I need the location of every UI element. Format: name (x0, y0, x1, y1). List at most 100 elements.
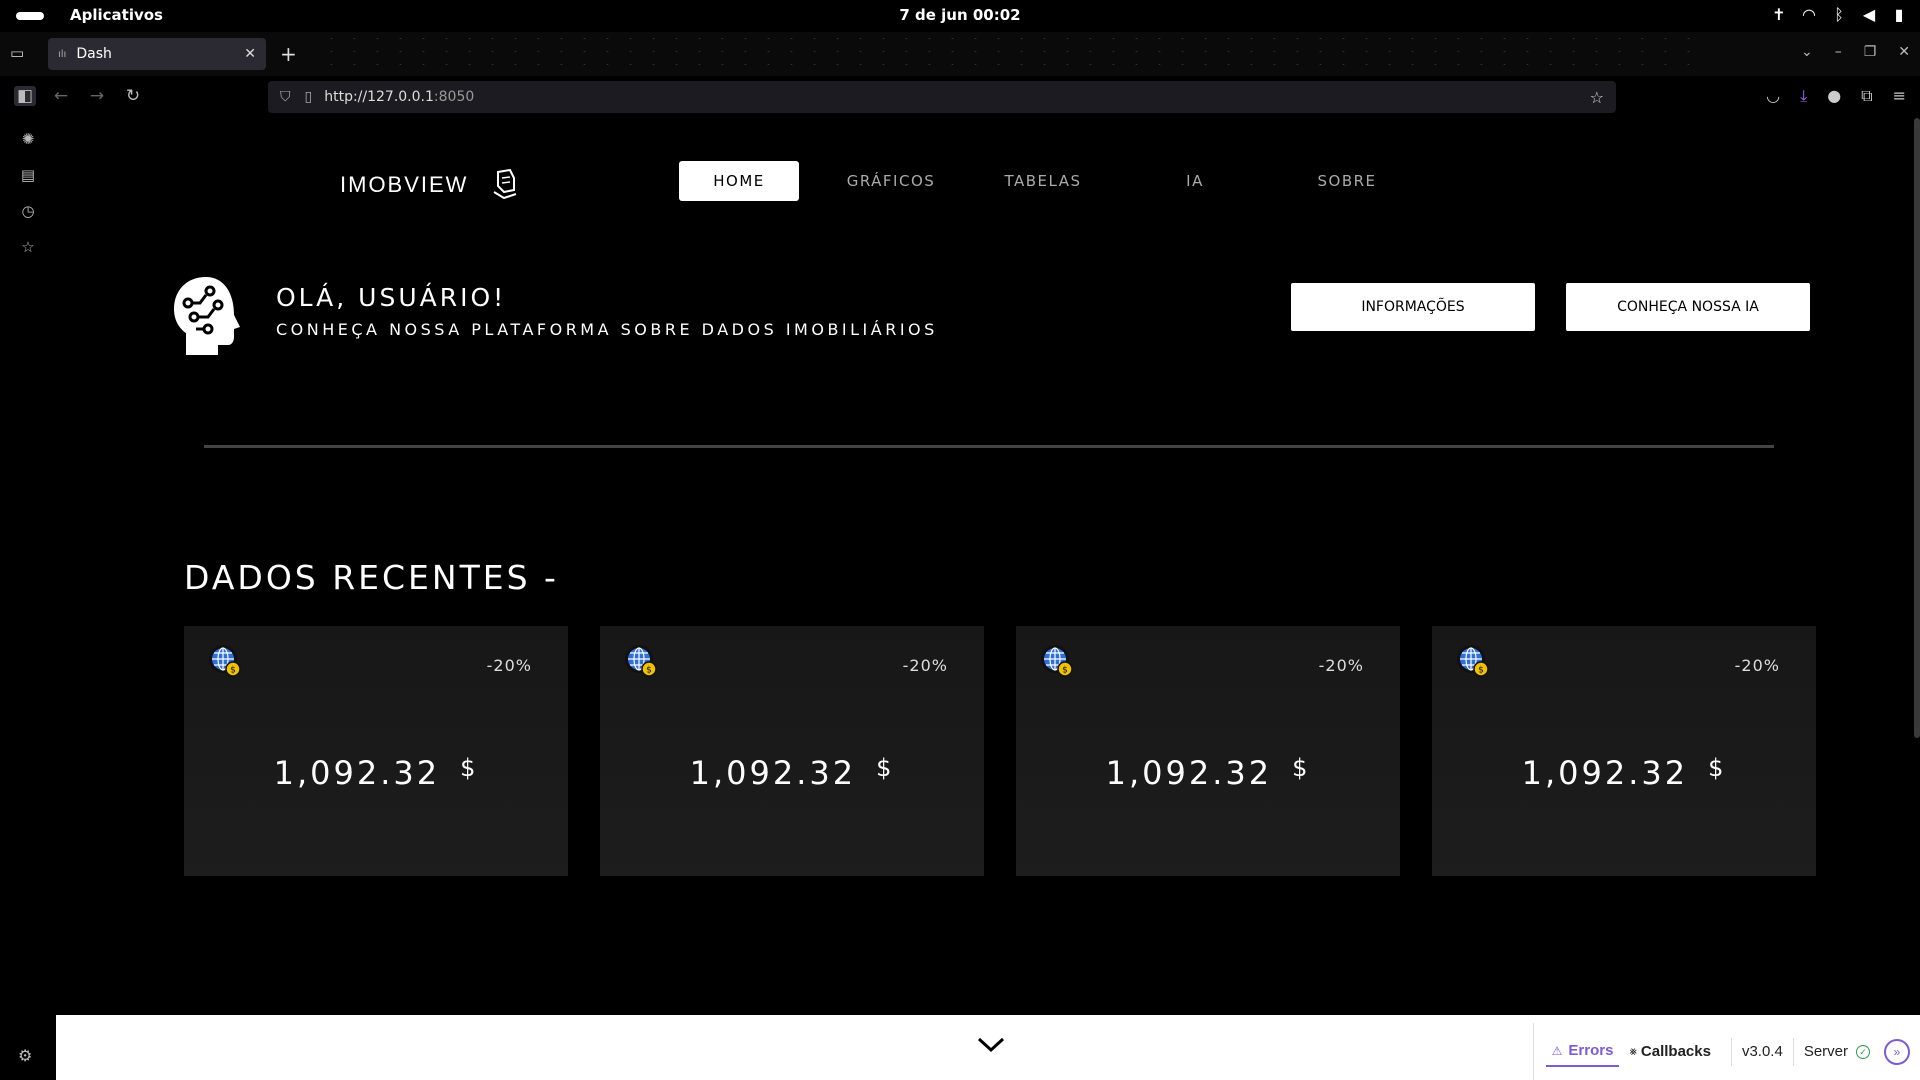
system-top-bar: Aplicativos 7 de jun 00:02 ✝ ◠ ᛒ ◀ ▮ (0, 0, 1920, 32)
applications-menu[interactable]: Aplicativos (70, 6, 163, 24)
window-controls: ⌄ – ❐ ✕ (1801, 44, 1910, 60)
page-info-icon[interactable]: ▯ (305, 89, 313, 105)
data-card: $ -20% 1,092.32 $ (1432, 626, 1816, 876)
system-tray[interactable]: ✝ ◠ ᛒ ◀ ▮ (1770, 5, 1908, 24)
card-change: -20% (1318, 656, 1364, 675)
devtools-errors-tab[interactable]: ⚠ Errors (1545, 1037, 1620, 1067)
scroll-down-chevron-icon[interactable] (976, 1035, 1006, 1055)
account-avatar-icon[interactable]: ● (1827, 86, 1841, 106)
data-card: $ -20% 1,092.32 $ (1016, 626, 1400, 876)
tab-title: Dash (76, 46, 112, 62)
callbacks-graph-icon: ⨳ (1629, 1044, 1637, 1058)
card-value: 1,092.32 (1521, 754, 1689, 792)
bluetooth-icon[interactable]: ᛒ (1830, 5, 1848, 24)
pocket-icon[interactable]: ◡ (1766, 86, 1780, 106)
recent-data-cards: $ -20% 1,092.32 $ $ -20% 1,092.32 $ $ -2… (184, 626, 1816, 876)
nav-graficos[interactable]: GRÁFICOS (815, 161, 967, 201)
tab-strip-background (320, 32, 1700, 76)
devtools-expand-icon[interactable]: » (1884, 1038, 1910, 1065)
dash-devtools-panel: ⚠ Errors ⨳ Callbacks v3.0.4 Server ✓ » (1532, 1023, 1920, 1080)
page-footer: ⚠ Errors ⨳ Callbacks v3.0.4 Server ✓ » (56, 1015, 1920, 1080)
card-change: -20% (902, 656, 948, 675)
building-hand-icon (493, 168, 517, 200)
window-close-icon[interactable]: ✕ (1898, 44, 1910, 60)
tab-close-icon[interactable]: ✕ (244, 46, 256, 62)
main-navigation: HOME GRÁFICOS TABELAS IA SOBRE (679, 161, 1423, 201)
system-clock[interactable]: 7 de jun 00:02 (899, 6, 1020, 24)
address-bar[interactable]: ⛉ ▯ http://127.0.0.1 :8050 ☆ (268, 81, 1616, 113)
list-tabs-icon[interactable]: ⌄ (1801, 44, 1813, 60)
nav-ia[interactable]: IA (1119, 161, 1271, 201)
card-currency: $ (1708, 754, 1727, 782)
data-card: $ -20% 1,092.32 $ (600, 626, 984, 876)
browser-tab-strip: ▭ ılı Dash ✕ + ⌄ – ❐ ✕ (0, 32, 1920, 76)
greeting-subtitle: CONHEÇA NOSSA PLATAFORMA SOBRE DADOS IMO… (276, 320, 938, 339)
svg-text:$: $ (230, 666, 236, 676)
site-logo[interactable]: IMOBVIEW (340, 168, 520, 202)
globe-coin-icon: $ (1457, 645, 1489, 677)
nav-tabelas[interactable]: TABELAS (967, 161, 1119, 201)
card-value: 1,092.32 (273, 754, 441, 792)
chatbot-icon[interactable]: ✺ (18, 130, 38, 148)
browser-navigation-bar: ◧ ← → ↻ ⛉ ▯ http://127.0.0.1 :8050 ☆ ◡ ⤓… (0, 76, 1920, 118)
downloads-icon[interactable]: ⤓ (1800, 86, 1807, 106)
logo-text: IMOBVIEW (340, 172, 469, 197)
data-card: $ -20% 1,092.32 $ (184, 626, 568, 876)
reload-icon[interactable]: ↻ (122, 86, 144, 106)
restore-icon[interactable]: ❐ (1864, 44, 1877, 60)
minimize-icon[interactable]: – (1835, 44, 1842, 60)
tab-favicon-icon: ılı (58, 48, 67, 60)
section-divider (204, 445, 1774, 448)
info-button[interactable]: INFORMAÇÕES (1291, 283, 1535, 331)
tracking-protection-icon[interactable]: ⛉ (280, 89, 291, 105)
new-tab-button[interactable]: + (280, 42, 297, 66)
sidebar-toggle-icon[interactable]: ◧ (14, 86, 36, 106)
card-currency: $ (460, 754, 479, 782)
extensions-icon[interactable]: ⧉ (1861, 86, 1872, 106)
card-currency: $ (1292, 754, 1311, 782)
history-icon[interactable]: ◷ (18, 202, 38, 220)
bookmarks-icon[interactable]: ☆ (18, 238, 38, 256)
bookmark-star-icon[interactable]: ☆ (1590, 88, 1604, 107)
card-value: 1,092.32 (1105, 754, 1273, 792)
activities-button[interactable] (16, 12, 44, 20)
forward-arrow-icon[interactable]: → (86, 86, 108, 106)
recent-data-heading: DADOS RECENTES - (184, 558, 559, 597)
globe-coin-icon: $ (1041, 645, 1073, 677)
globe-coin-icon: $ (625, 645, 657, 677)
back-arrow-icon[interactable]: ← (50, 86, 72, 106)
devtools-server-status: Server (1803, 1043, 1848, 1060)
url-host: http://127.0.0.1 (324, 89, 434, 105)
synced-tabs-icon[interactable]: ▤ (18, 166, 38, 184)
sidebar-settings-icon[interactable]: ⚙ (18, 1046, 32, 1065)
page-viewport: IMOBVIEW HOME GRÁFICOS TABELAS IA SOBRE … (56, 118, 1920, 1015)
wifi-icon[interactable]: ◠ (1800, 5, 1818, 24)
card-change: -20% (486, 656, 532, 675)
card-change: -20% (1734, 656, 1780, 675)
devtools-version: v3.0.4 (1741, 1043, 1783, 1060)
svg-text:$: $ (646, 666, 652, 676)
devtools-separator (1792, 1037, 1794, 1066)
nav-home[interactable]: HOME (679, 161, 799, 201)
toolbar-actions: ◡ ⤓ ● ⧉ ≡ (1766, 86, 1906, 106)
accessibility-icon[interactable]: ✝ (1770, 5, 1788, 24)
menu-hamburger-icon[interactable]: ≡ (1893, 86, 1906, 106)
globe-coin-icon: $ (209, 645, 241, 677)
card-currency: $ (876, 754, 895, 782)
battery-icon[interactable]: ▮ (1890, 5, 1908, 24)
svg-text:$: $ (1062, 666, 1068, 676)
nav-sobre[interactable]: SOBRE (1271, 161, 1423, 201)
devtools-separator (1730, 1037, 1732, 1066)
devtools-callbacks-tab[interactable]: ⨳ Callbacks (1623, 1037, 1717, 1067)
server-ok-check-icon: ✓ (1856, 1044, 1870, 1059)
volume-icon[interactable]: ◀ (1860, 5, 1878, 24)
tab-overview-icon[interactable]: ▭ (10, 44, 30, 64)
meet-ai-button[interactable]: CONHEÇA NOSSA IA (1566, 283, 1810, 331)
card-value: 1,092.32 (689, 754, 857, 792)
page-scrollbar[interactable] (1914, 118, 1920, 738)
ai-head-icon (174, 277, 240, 355)
svg-text:$: $ (1478, 666, 1484, 676)
warning-icon: ⚠ (1551, 1043, 1563, 1058)
browser-sidebar: ✺ ▤ ◷ ☆ (0, 118, 56, 1080)
browser-tab-dash[interactable]: ılı Dash ✕ (48, 38, 266, 70)
